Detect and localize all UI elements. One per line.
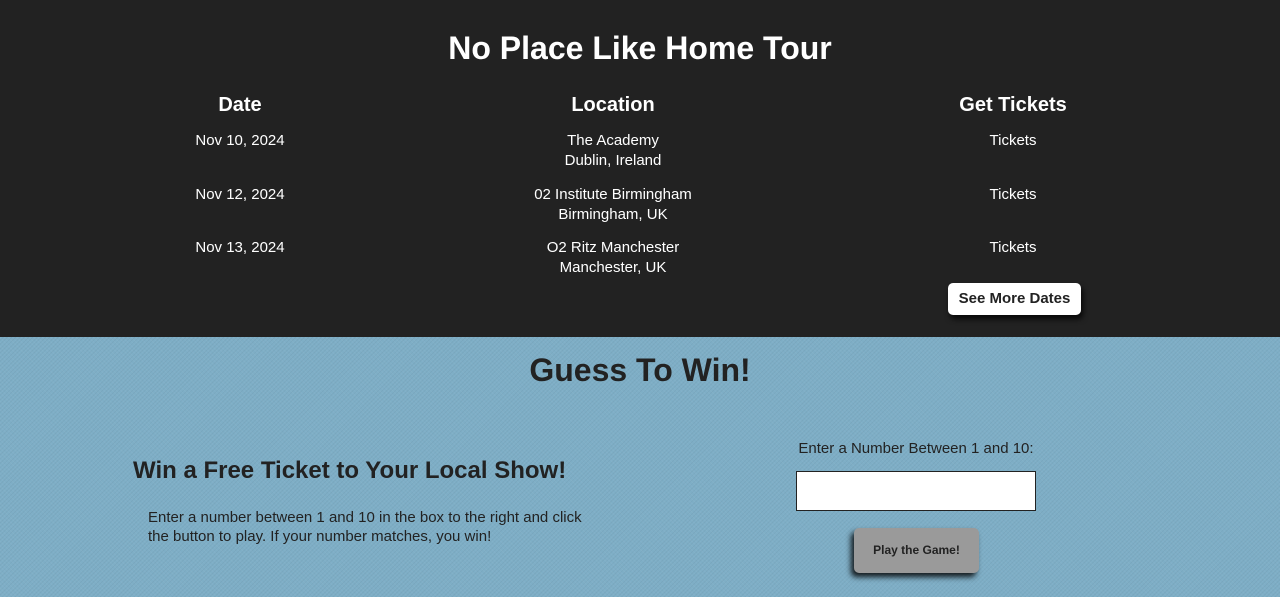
location-column-header: Location [571,94,655,116]
guess-game-section: Guess To Win! Win a Free Ticket to Your … [0,337,1280,597]
win-heading: Win a Free Ticket to Your Local Show! [133,457,567,484]
see-more-dates-button[interactable]: See More Dates [948,283,1081,315]
number-input[interactable] [796,471,1036,511]
game-title: Guess To Win! [529,352,751,388]
tour-location: 02 Institute Birmingham Birmingham, UK [453,185,773,225]
win-description: Enter a number between 1 and 10 in the b… [148,509,582,545]
play-game-button[interactable]: Play the Game! [854,528,979,573]
tour-section: No Place Like Home Tour Date Location Ge… [0,0,1280,337]
tour-date: Nov 10, 2024 [195,132,285,149]
tour-venue: 02 Institute Birmingham [534,186,692,203]
number-input-label: Enter a Number Between 1 and 10: [798,440,1034,457]
tour-venue: O2 Ritz Manchester [546,239,680,256]
tickets-link-cell: Tickets [853,238,1173,258]
tour-date: Nov 13, 2024 [195,239,285,256]
tour-city: Birmingham, UK [558,206,668,223]
tickets-column-header: Get Tickets [959,94,1067,116]
tickets-link[interactable]: Tickets [990,132,1037,149]
tickets-link[interactable]: Tickets [990,239,1037,256]
tickets-link-cell: Tickets [853,185,1173,205]
tour-city: Dublin, Ireland [564,152,662,169]
tour-date: Nov 12, 2024 [195,186,285,203]
date-column-header: Date [218,94,262,116]
tickets-link[interactable]: Tickets [990,186,1037,203]
tour-city: Manchester, UK [559,259,667,276]
tour-location: O2 Ritz Manchester Manchester, UK [453,238,773,278]
tour-title: No Place Like Home Tour [448,30,832,66]
tour-location: The Academy Dublin, Ireland [453,131,773,171]
tour-venue: The Academy [567,132,659,149]
tickets-link-cell: Tickets [853,131,1173,151]
